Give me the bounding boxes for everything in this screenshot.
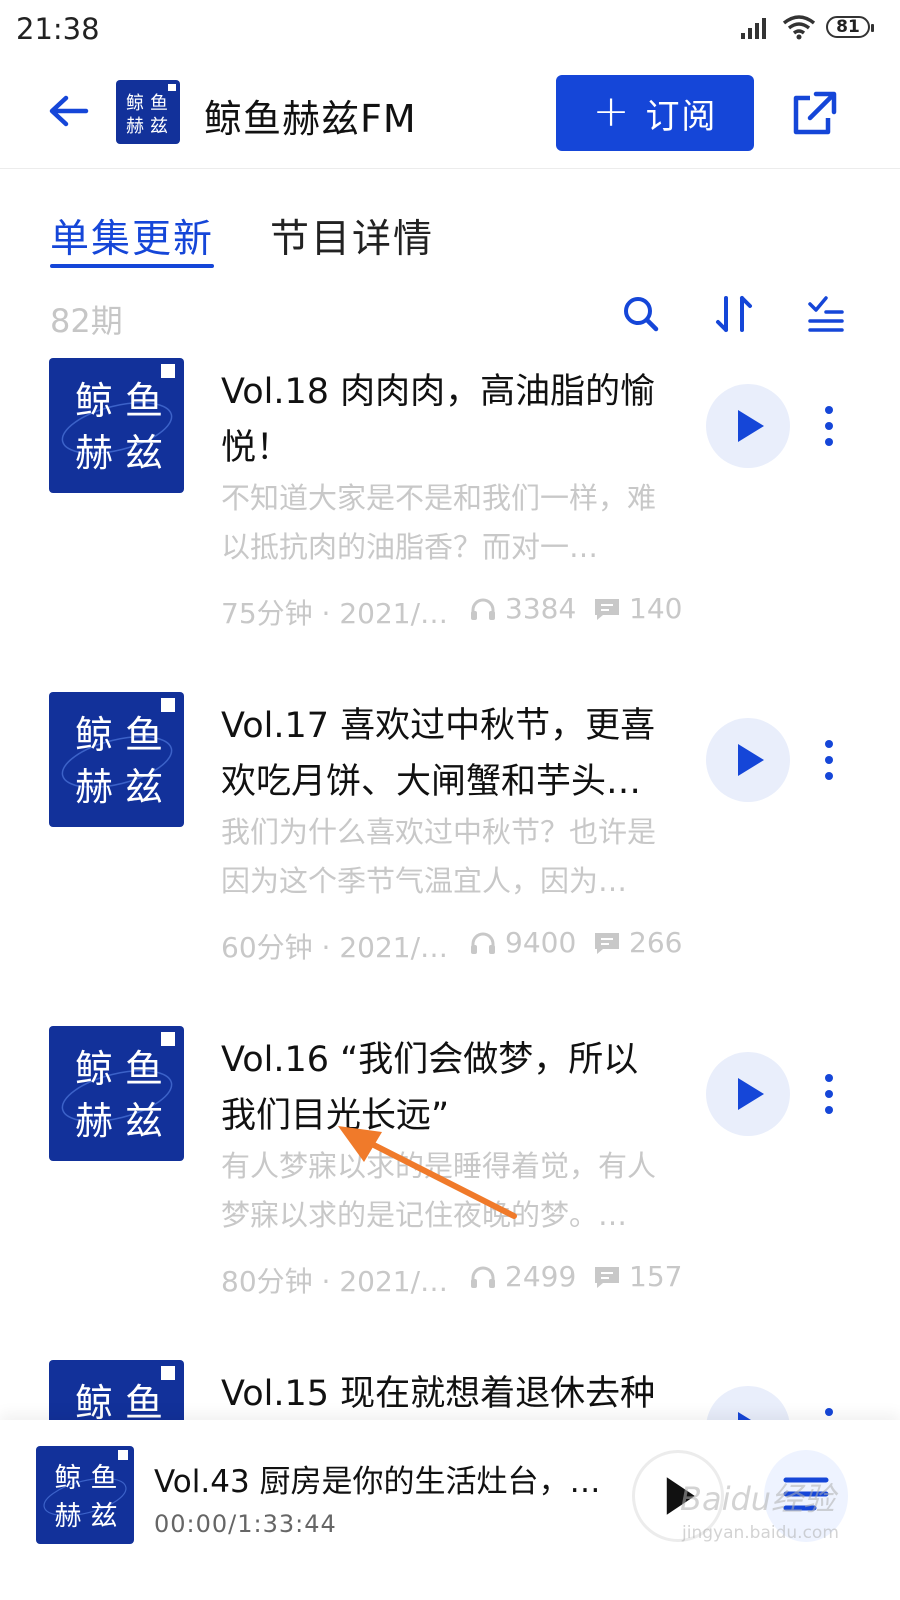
status-bar: 21:38 81 xyxy=(0,0,900,62)
episode-cover: 鲸 鱼 赫 兹 xyxy=(49,358,184,493)
batch-select-icon[interactable] xyxy=(806,292,846,336)
cover-char-2: 鱼 xyxy=(125,379,163,423)
subscribe-button[interactable]: + 订阅 xyxy=(556,75,754,151)
comment-icon xyxy=(595,598,619,620)
podcast-cover: 鲸 鱼 赫 兹 xyxy=(116,80,180,144)
share-icon[interactable] xyxy=(788,88,838,138)
episode-cover: 鲸 鱼 赫 兹 xyxy=(49,692,184,827)
comment-count: 266 xyxy=(593,926,682,959)
watermark-url: jingyan.baidu.com xyxy=(681,1523,839,1543)
cover-char-4: 兹 xyxy=(125,431,163,475)
status-icons: 81 xyxy=(740,14,874,40)
episode-description: 我们为什么喜欢过中秋节？也许是因为这个季节气温宜人，因为… xyxy=(221,815,657,898)
play-icon[interactable] xyxy=(706,1052,790,1136)
subscribe-label: 订阅 xyxy=(645,96,718,137)
play-icon[interactable] xyxy=(706,718,790,802)
cover-char-4: 兹 xyxy=(150,116,168,137)
now-playing-cover: 鲸 鱼 赫 兹 xyxy=(36,1446,134,1544)
cover-char-1: 鲸 xyxy=(75,1047,113,1091)
episode-cover: 鲸 鱼 xyxy=(49,1360,184,1420)
play-icon[interactable] xyxy=(706,384,790,468)
headphones-icon xyxy=(471,598,495,620)
search-icon[interactable] xyxy=(620,292,660,336)
play-count-value: 2499 xyxy=(505,1260,577,1293)
episode-title: Vol.18 肉肉肉，高油脂的愉悦！ xyxy=(221,372,656,468)
cover-char-1: 鲸 xyxy=(75,379,113,423)
app-header: 鲸 鱼 赫 兹 鲸鱼赫兹FM + 订阅 xyxy=(0,62,900,169)
comment-count-value: 140 xyxy=(629,592,683,625)
cover-char-2: 鱼 xyxy=(125,1381,163,1420)
cover-char-2: 鱼 xyxy=(125,1047,163,1091)
play-count-value: 9400 xyxy=(505,926,577,959)
episode-meta: 75分钟 · 2021/… 3384 140 xyxy=(221,592,691,630)
episode-duration-date: 75分钟 · 2021/… xyxy=(221,597,449,630)
cover-char-1: 鲸 xyxy=(75,1381,113,1420)
status-time: 21:38 xyxy=(16,12,100,46)
more-options-icon[interactable] xyxy=(812,1070,846,1118)
episode-item[interactable]: 鲸 鱼 赫 兹 Vol.18 肉肉肉，高油脂的愉悦！ 不知道大家是不是和我们一样… xyxy=(0,358,900,692)
cover-char-1: 鲸 xyxy=(75,713,113,757)
annotation-arrow xyxy=(338,1126,517,1219)
cover-char-1: 鲸 xyxy=(55,1463,82,1494)
episode-item[interactable]: 鲸 鱼 赫 兹 Vol.17 喜欢过中秋节，更喜欢吃月饼、大闸蟹和芋头… 我们为… xyxy=(0,692,900,1026)
tab-details-label: 节目详情 xyxy=(270,217,435,262)
tab-details[interactable]: 节目详情 xyxy=(270,208,434,264)
play-count: 9400 xyxy=(469,926,576,959)
cover-char-1: 鲸 xyxy=(126,93,144,114)
cover-char-4: 兹 xyxy=(125,765,163,809)
cover-char-3: 赫 xyxy=(75,765,113,809)
episode-description: 不知道大家是不是和我们一样，难以抵抗肉的油脂香？而对一… xyxy=(221,481,657,564)
episode-item[interactable]: 鲸 鱼 Vol.15 现在就想着退休去种 xyxy=(0,1360,900,1420)
episode-meta: 80分钟 · 2021/… 2499 157 xyxy=(221,1260,691,1298)
more-options-icon[interactable] xyxy=(812,736,846,784)
now-playing-time: 00:00/1:33:44 xyxy=(154,1510,337,1538)
more-options-icon[interactable] xyxy=(812,402,846,450)
plus-icon: + xyxy=(592,85,632,137)
cover-char-2: 鱼 xyxy=(125,713,163,757)
active-tab-indicator xyxy=(50,264,215,268)
sort-icon[interactable] xyxy=(714,292,754,336)
cover-char-4: 兹 xyxy=(91,1501,118,1532)
play-count: 2499 xyxy=(469,1260,576,1293)
battery-level: 81 xyxy=(836,17,860,37)
episode-count: 82期 xyxy=(50,302,123,340)
comment-count-value: 157 xyxy=(629,1260,683,1293)
cover-char-3: 赫 xyxy=(126,116,144,137)
play-icon[interactable] xyxy=(706,1386,790,1420)
podcast-title: 鲸鱼赫兹FM xyxy=(204,97,417,141)
battery-indicator: 81 xyxy=(826,16,874,38)
episode-title: Vol.15 现在就想着退休去种 xyxy=(221,1374,656,1414)
comment-count-value: 266 xyxy=(629,926,683,959)
signal-icon xyxy=(741,18,766,39)
play-count-value: 3384 xyxy=(505,592,577,625)
back-arrow-icon[interactable] xyxy=(44,86,94,136)
tab-episodes[interactable]: 单集更新 xyxy=(50,208,215,268)
tab-episodes-label: 单集更新 xyxy=(50,217,215,262)
now-playing-title: Vol.43 厨房是你的生活灶台，… xyxy=(154,1464,601,1500)
tab-bar: 单集更新 节目详情 xyxy=(0,168,900,278)
comment-count: 157 xyxy=(593,1260,682,1293)
comment-icon xyxy=(595,1266,619,1288)
cover-char-4: 兹 xyxy=(125,1099,163,1143)
headphones-icon xyxy=(471,1266,495,1288)
comment-icon xyxy=(595,932,619,954)
comment-count: 140 xyxy=(593,592,682,625)
watermark-brand: Baidu经验 xyxy=(680,1480,839,1518)
episode-meta: 60分钟 · 2021/… 9400 266 xyxy=(221,926,691,964)
wifi-icon xyxy=(782,15,816,40)
cover-char-3: 赫 xyxy=(55,1501,82,1532)
more-options-icon[interactable] xyxy=(812,1404,846,1420)
cover-char-2: 鱼 xyxy=(91,1463,118,1494)
play-count: 3384 xyxy=(469,592,576,625)
cover-char-2: 鱼 xyxy=(150,93,168,114)
cover-char-3: 赫 xyxy=(75,431,113,475)
episode-cover: 鲸 鱼 赫 兹 xyxy=(49,1026,184,1161)
cover-char-3: 赫 xyxy=(75,1099,113,1143)
episode-duration-date: 80分钟 · 2021/… xyxy=(221,1265,449,1298)
baidu-watermark: Baidu经验 jingyan.baidu.com xyxy=(680,1480,839,1543)
episode-duration-date: 60分钟 · 2021/… xyxy=(221,931,449,964)
episode-title: Vol.17 喜欢过中秋节，更喜欢吃月饼、大闸蟹和芋头… xyxy=(221,706,656,802)
headphones-icon xyxy=(471,932,495,954)
